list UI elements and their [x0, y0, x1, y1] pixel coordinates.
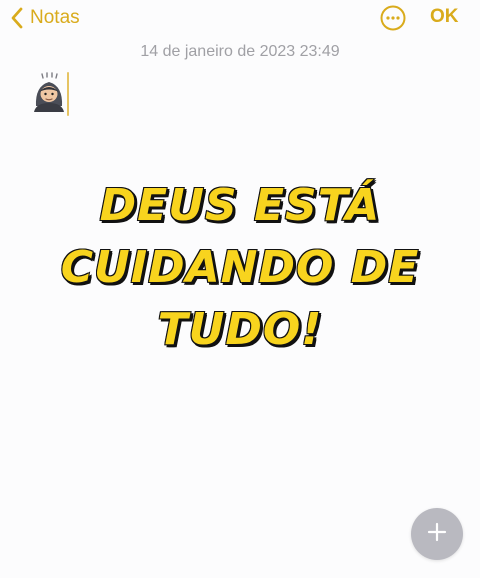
text-cursor — [67, 72, 69, 116]
plus-icon — [426, 521, 448, 548]
hooded-person-emoji-icon — [32, 72, 66, 112]
add-button[interactable] — [411, 508, 463, 560]
ellipsis-circle-icon — [379, 5, 407, 36]
chevron-left-icon — [10, 7, 24, 29]
headline-line-1: DEUS ESTÁ — [99, 179, 381, 232]
back-button[interactable]: Notas — [10, 5, 80, 31]
navigation-bar: Notas OK — [0, 0, 480, 36]
headline-line-2: CUIDANDO DE — [60, 241, 420, 294]
done-button[interactable]: OK — [430, 6, 459, 28]
note-date: 14 de janeiro de 2023 23:49 — [140, 43, 340, 60]
back-label: Notas — [30, 7, 80, 28]
note-headline[interactable]: DEUS ESTÁ CUIDANDO DE TUDO! — [0, 175, 480, 361]
more-options-button[interactable] — [379, 4, 407, 32]
headline-line-3: TUDO! — [157, 303, 323, 356]
